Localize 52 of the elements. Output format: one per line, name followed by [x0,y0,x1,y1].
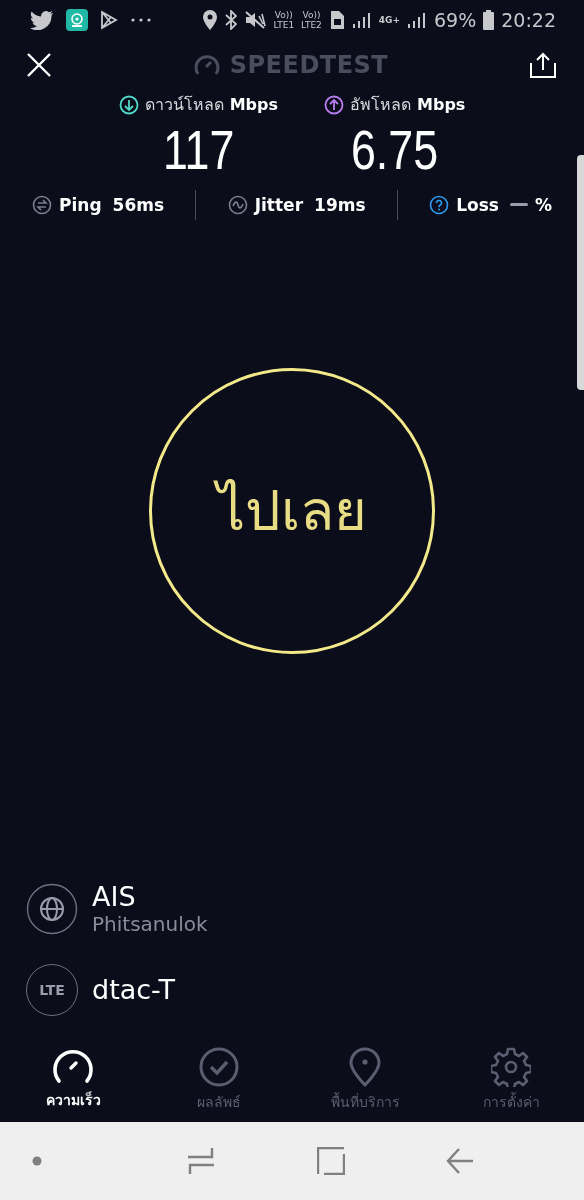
metric-label: Ping [59,195,102,215]
check-icon [199,1047,239,1087]
volte-label: Vo)) [274,10,293,20]
settings-icon [491,1047,531,1087]
mute-icon [244,10,267,30]
clock: 20:22 [501,9,556,31]
unit-label: Mbps [229,95,278,114]
lte-label: LTE2 [301,20,322,30]
signal-icon [407,11,427,29]
back-icon[interactable] [446,1147,474,1175]
result-label: ดาวน์โหลด [144,94,224,116]
battery-icon [483,10,495,30]
signal-icon [351,11,372,29]
location-icon [202,9,219,31]
metric-label: Loss [456,195,499,215]
help-icon [429,195,450,215]
globe-icon [26,883,78,935]
home-icon[interactable] [316,1147,345,1175]
network-type-label: 4G+ [378,15,400,25]
result-value: 6.75 [351,117,439,183]
metric-value: 56ms [112,195,165,215]
location-icon [349,1047,381,1087]
battery-percent: 69% [434,9,477,31]
dot-icon [32,1156,42,1166]
sim-icon [328,10,345,30]
server-location: Phitsanulok [92,912,208,936]
metric-value: % [534,195,552,215]
play-icon [100,10,118,30]
gauge-icon [52,1049,94,1085]
close-icon[interactable] [26,52,52,78]
bird-icon [30,10,54,30]
volte-label: Vo)) [302,10,321,20]
more-icon [130,17,152,23]
share-icon[interactable] [530,52,556,78]
metric-value: 19ms [314,195,366,215]
server-name[interactable]: AIS [92,882,208,912]
server-name[interactable]: dtac-T [92,975,175,1005]
metric-label: Jitter [254,195,304,215]
unit-label: Mbps [417,95,466,114]
ping-icon [32,195,52,215]
app-icon [66,9,88,31]
gauge-icon [193,54,220,76]
wave-icon [227,195,248,215]
app-title: SPEEDTEST [229,51,389,79]
bluetooth-icon [225,10,238,30]
result-label: อัพโหลด [350,94,411,116]
dash-icon [509,203,528,207]
result-value: 117 [162,117,234,183]
lte-label: LTE1 [273,20,295,30]
go-button[interactable]: ไปเลย [149,367,435,654]
tab[interactable]: ความเร็ว [13,1049,133,1111]
recent-apps-icon[interactable] [187,1147,216,1175]
